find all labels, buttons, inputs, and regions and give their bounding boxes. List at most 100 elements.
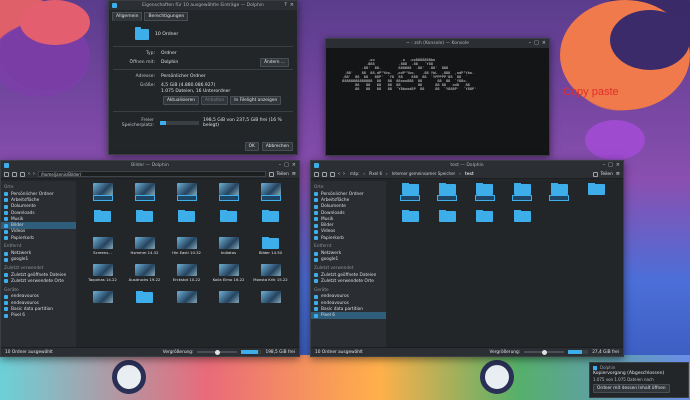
places-item[interactable]: Pixel 6	[1, 312, 76, 318]
filelight-button[interactable]: In Filelight anzeigen	[230, 96, 282, 105]
view-details-icon[interactable]	[330, 171, 335, 177]
places-item[interactable]: google1	[311, 257, 386, 263]
file-item[interactable]: Taquinas 14.22	[82, 264, 123, 290]
tab-permissions[interactable]: Berechtigungen	[144, 12, 189, 21]
change-button[interactable]: Ändern ...	[260, 58, 289, 67]
file-item[interactable]	[392, 183, 428, 209]
places-item[interactable]: Zuletzt geöffnete Dateien	[1, 272, 76, 278]
view-details-icon[interactable]	[20, 171, 25, 177]
forward-icon[interactable]: ›	[33, 171, 35, 177]
close-icon[interactable]: ×	[542, 40, 546, 46]
file-item[interactable]	[504, 210, 540, 236]
image-thumbnail	[218, 237, 239, 249]
file-item[interactable]: Screens...	[82, 237, 123, 263]
file-item[interactable]	[541, 183, 577, 209]
file-item[interactable]: Kolla Elmo 16.22	[208, 264, 249, 290]
stop-button[interactable]: Anhalten	[200, 96, 229, 105]
terminal-output[interactable]: .oo .o .oo8888888bo .888 .888 .88 `Y88 .…	[326, 48, 549, 92]
file-item[interactable]	[429, 210, 465, 236]
place-icon	[314, 279, 318, 284]
breadcrumb-item[interactable]: test	[465, 171, 474, 177]
file-item[interactable]: Monsta Krik 15.22	[250, 264, 291, 290]
file-item[interactable]	[579, 183, 615, 209]
file-item[interactable]: Hsmmm 14.32	[124, 237, 165, 263]
cancel-button[interactable]: Abbrechen	[261, 142, 293, 151]
ok-button[interactable]: OK	[244, 142, 259, 151]
breadcrumb-item[interactable]: mtp:	[350, 171, 359, 177]
file-item[interactable]	[124, 183, 165, 209]
file-item[interactable]	[82, 183, 123, 209]
place-icon	[314, 257, 318, 262]
file-item[interactable]	[392, 210, 428, 236]
breadcrumb-item[interactable]: Pixel 6	[369, 171, 382, 177]
minimize-icon[interactable]: –	[603, 162, 606, 168]
back-icon[interactable]: ‹	[28, 171, 30, 177]
file-item[interactable]	[208, 210, 249, 236]
place-icon	[314, 313, 318, 318]
open-folder-button[interactable]: Ordner mit dessen Inhalt öffnen	[593, 384, 670, 393]
preview-icon[interactable]	[268, 171, 274, 177]
tab-general[interactable]: Allgemein	[112, 12, 143, 21]
window-title: Eigenschaften für 10 ausgewählte Einträg…	[142, 3, 264, 8]
dolphin-app-icon	[4, 163, 9, 168]
places-item[interactable]: Zuletzt geöffnete Dateien	[311, 272, 386, 278]
minimize-icon[interactable]: –	[529, 40, 532, 46]
close-icon[interactable]: ×	[616, 162, 620, 168]
maximize-icon[interactable]: □	[534, 40, 539, 46]
zoom-slider[interactable]	[197, 349, 238, 355]
notification-popup[interactable]: Dolphin Kopiervorgang (Abgeschlossen) 1.…	[589, 362, 689, 398]
view-icons-icon[interactable]	[314, 171, 319, 177]
forward-icon[interactable]: ›	[343, 171, 345, 177]
minimize-icon[interactable]: –	[279, 162, 282, 168]
back-icon[interactable]: ‹	[338, 171, 340, 177]
file-item[interactable]	[504, 183, 540, 209]
file-item[interactable]	[82, 210, 123, 236]
help-icon[interactable]: ?	[284, 2, 287, 8]
split-button[interactable]: Teilen	[601, 172, 613, 177]
close-icon[interactable]: ×	[290, 2, 294, 8]
places-item[interactable]: Zuletzt verwendete Orte	[311, 278, 386, 284]
places-item[interactable]: Papierkorb	[311, 235, 386, 241]
view-icons-icon[interactable]	[4, 171, 9, 177]
maximize-icon[interactable]: □	[284, 162, 289, 168]
menu-icon[interactable]: ≡	[292, 171, 296, 177]
file-item[interactable]	[467, 210, 503, 236]
file-item[interactable]: Erckstot 10.22	[166, 264, 207, 290]
file-item[interactable]	[166, 291, 207, 317]
file-item[interactable]	[124, 210, 165, 236]
file-item[interactable]	[208, 183, 249, 209]
places-item[interactable]: Zuletzt verwendete Orte	[1, 278, 76, 284]
close-icon[interactable]: ×	[292, 162, 296, 168]
menu-icon[interactable]: ≡	[616, 171, 620, 177]
file-item[interactable]: Indiatos	[208, 237, 249, 263]
place-icon	[314, 229, 318, 234]
places-item[interactable]: google1	[1, 257, 76, 263]
view-compact-icon[interactable]	[322, 171, 327, 177]
places-item[interactable]: Pixel 6	[311, 312, 386, 319]
file-item[interactable]: Ausdrucks 19.22	[124, 264, 165, 290]
file-view	[388, 181, 619, 347]
file-item[interactable]	[429, 183, 465, 209]
file-item[interactable]: Hin Easti 10.32	[166, 237, 207, 263]
file-item[interactable]	[166, 210, 207, 236]
maximize-icon[interactable]: □	[608, 162, 613, 168]
file-item[interactable]	[467, 183, 503, 209]
file-item[interactable]	[166, 183, 207, 209]
places-item-label: Bilder	[11, 223, 24, 229]
split-button[interactable]: Teilen	[277, 172, 289, 177]
view-compact-icon[interactable]	[12, 171, 17, 177]
file-item[interactable]	[208, 291, 249, 317]
file-item[interactable]	[250, 210, 291, 236]
preview-icon[interactable]	[592, 171, 598, 177]
file-item[interactable]	[250, 183, 291, 209]
location-bar[interactable]: /home/jannis/Bilder/	[38, 171, 266, 177]
refresh-button[interactable]: Aktualisieren	[163, 96, 199, 105]
file-item[interactable]	[124, 291, 165, 317]
file-item[interactable]: Bilder 14.50	[250, 237, 291, 263]
places-item[interactable]: Papierkorb	[1, 235, 76, 241]
breadcrumb-item[interactable]: Interner gemeinsamer Speicher	[392, 171, 456, 177]
file-item[interactable]	[82, 291, 123, 317]
file-item[interactable]	[250, 291, 291, 317]
wallpaper-strip	[0, 355, 690, 400]
zoom-slider[interactable]	[524, 349, 565, 355]
